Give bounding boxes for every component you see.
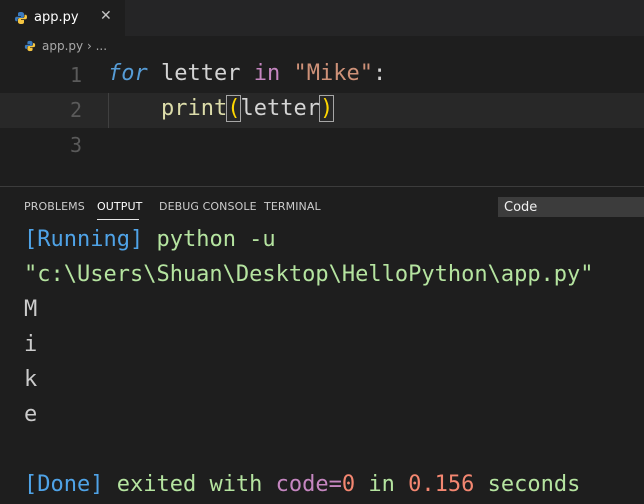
breadcrumb-path[interactable]: app.py › ... (42, 39, 107, 53)
active-tab-indicator (97, 219, 139, 220)
colon: : (372, 61, 387, 86)
tab-debug-console[interactable]: DEBUG CONSOLE (159, 200, 257, 213)
output-letter: k (24, 367, 38, 392)
bracket-open: ( (226, 95, 242, 122)
bottom-panel: PROBLEMS OUTPUT DEBUG CONSOLE TERMINAL C… (0, 186, 644, 504)
close-icon[interactable]: ✕ (100, 8, 112, 24)
argument-letter: letter (240, 96, 320, 121)
running-tag: [Running] (24, 227, 144, 252)
code-line-current[interactable]: 2 print(letter) (0, 93, 644, 128)
code-text: print(letter) (108, 95, 335, 122)
string-literal: "Mike" (293, 61, 373, 86)
done-in: in (355, 472, 409, 497)
breadcrumb: app.py › ... (0, 36, 644, 58)
done-text: exited with (103, 472, 276, 497)
output-done-line: [Done] exited with code=0 in 0.156 secon… (24, 472, 580, 497)
running-command: python -u (143, 227, 276, 252)
tab-app-py[interactable]: app.py ✕ (0, 0, 125, 36)
chevron-right-icon: › (86, 39, 92, 53)
tab-output[interactable]: OUTPUT (97, 200, 142, 213)
output-letter: M (24, 297, 38, 322)
done-tag: [Done] (24, 472, 104, 497)
code-line[interactable]: 1 for letter in "Mike": (0, 58, 644, 93)
python-icon (24, 40, 36, 52)
line-number: 2 (69, 98, 82, 122)
code-line[interactable]: 3 (0, 128, 644, 163)
code-text: for letter in "Mike": (108, 61, 386, 86)
breadcrumb-more[interactable]: ... (96, 39, 107, 53)
editor-tab-bar: app.py ✕ (0, 0, 644, 36)
keyword-in: in (253, 61, 281, 86)
running-path: "c:\Users\Shuan\Desktop\HelloPython\app.… (24, 262, 594, 287)
bracket-close: ) (318, 95, 335, 122)
output-path-line: "c:\Users\Shuan\Desktop\HelloPython\app.… (24, 262, 594, 287)
breadcrumb-file[interactable]: app.py (42, 39, 83, 53)
output-running-line: [Running] python -u (24, 227, 276, 252)
tab-terminal[interactable]: TERMINAL (264, 200, 321, 213)
code-editor[interactable]: 1 for letter in "Mike": 2 print(letter) … (0, 58, 644, 186)
done-seconds: seconds (474, 472, 581, 497)
done-code-label: code= (275, 472, 342, 497)
done-time: 0.156 (408, 472, 475, 497)
output-letter: i (24, 332, 38, 357)
variable-letter: letter (147, 61, 254, 86)
output-letter: e (24, 402, 38, 427)
line-number: 3 (69, 133, 82, 157)
tab-label: app.py (34, 10, 79, 25)
output-channel-select[interactable]: Code (498, 197, 644, 217)
function-print: print (160, 96, 228, 121)
keyword-for: for (108, 61, 148, 86)
done-code-value: 0 (341, 472, 356, 497)
line-number: 1 (69, 63, 82, 87)
tab-problems[interactable]: PROBLEMS (24, 200, 85, 213)
python-icon (15, 12, 27, 24)
